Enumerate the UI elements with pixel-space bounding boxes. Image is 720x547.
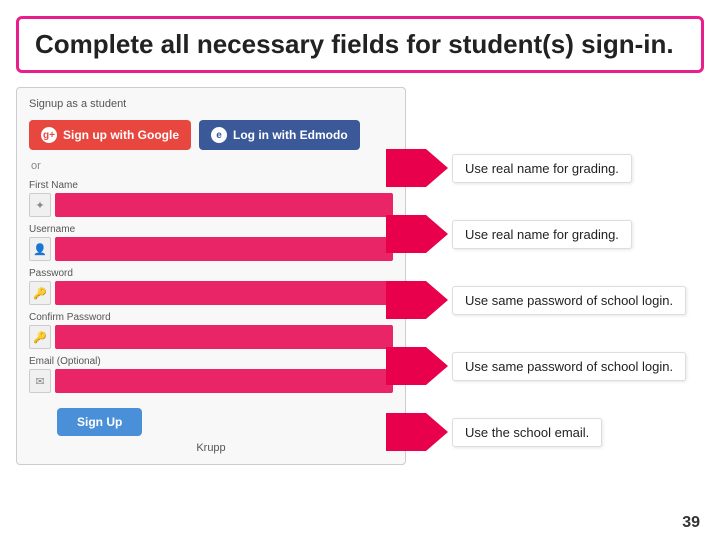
annotation-label-2: Use real name for grading.: [452, 220, 632, 249]
annotation-1: Use real name for grading.: [386, 149, 632, 187]
annotation-label-3: Use same password of school login.: [452, 286, 686, 315]
arrow-body-4: [386, 347, 426, 385]
arrow-head-3: [426, 281, 448, 319]
arrow-head-2: [426, 215, 448, 253]
arrow-body-3: [386, 281, 426, 319]
password-label: Password: [29, 268, 393, 279]
first-name-icon: ✦: [29, 193, 51, 217]
first-name-row: ✦: [29, 193, 393, 217]
confirm-password-label: Confirm Password: [29, 312, 393, 323]
annotation-4: Use same password of school login.: [386, 347, 686, 385]
edmodo-login-label: Log in with Edmodo: [233, 128, 348, 142]
annotation-5: Use the school email.: [386, 413, 602, 451]
password-input[interactable]: [55, 281, 393, 305]
username-row: 👤: [29, 237, 393, 261]
arrow-3: [386, 281, 448, 319]
content-area: Signup as a student g+ Sign up with Goog…: [16, 87, 704, 465]
username-label: Username: [29, 224, 393, 235]
annotation-label-5: Use the school email.: [452, 418, 602, 447]
arrow-head-1: [426, 149, 448, 187]
arrow-1: [386, 149, 448, 187]
arrow-5: [386, 413, 448, 451]
arrow-head-5: [426, 413, 448, 451]
confirm-password-icon: 🔑: [29, 325, 51, 349]
username-input[interactable]: [55, 237, 393, 261]
arrow-body-1: [386, 149, 426, 187]
page-title: Complete all necessary fields for studen…: [35, 29, 685, 60]
signup-button[interactable]: Sign Up: [57, 408, 142, 436]
title-box: Complete all necessary fields for studen…: [16, 16, 704, 73]
google-signup-label: Sign up with Google: [63, 128, 179, 142]
arrow-2: [386, 215, 448, 253]
krupp-label: Krupp: [29, 442, 393, 454]
confirm-password-row: 🔑: [29, 325, 393, 349]
first-name-label: First Name: [29, 180, 393, 191]
form-panel: Signup as a student g+ Sign up with Goog…: [16, 87, 406, 465]
google-icon: g+: [41, 127, 57, 143]
email-icon: ✉: [29, 369, 51, 393]
google-signup-button[interactable]: g+ Sign up with Google: [29, 120, 191, 150]
username-field-group: Username 👤: [29, 224, 393, 261]
annotation-3: Use same password of school login.: [386, 281, 686, 319]
edmodo-icon: e: [211, 127, 227, 143]
btn-row: g+ Sign up with Google e Log in with Edm…: [29, 120, 393, 150]
password-row: 🔑: [29, 281, 393, 305]
annotations-panel: Use real name for grading. Use real name…: [386, 87, 720, 547]
password-icon: 🔑: [29, 281, 51, 305]
password-field-group: Password 🔑: [29, 268, 393, 305]
email-input[interactable]: [55, 369, 393, 393]
email-row: ✉: [29, 369, 393, 393]
edmodo-login-button[interactable]: e Log in with Edmodo: [199, 120, 360, 150]
confirm-password-input[interactable]: [55, 325, 393, 349]
arrow-head-4: [426, 347, 448, 385]
main-container: Complete all necessary fields for studen…: [0, 0, 720, 540]
page-number: 39: [682, 514, 700, 532]
or-text: or: [31, 160, 393, 172]
first-name-field-group: First Name ✦: [29, 180, 393, 217]
annotation-2: Use real name for grading.: [386, 215, 632, 253]
confirm-password-field-group: Confirm Password 🔑: [29, 312, 393, 349]
email-label: Email (Optional): [29, 356, 393, 367]
annotation-label-1: Use real name for grading.: [452, 154, 632, 183]
first-name-input[interactable]: [55, 193, 393, 217]
panel-title: Signup as a student: [29, 98, 393, 110]
email-field-group: Email (Optional) ✉: [29, 356, 393, 393]
arrow-body-2: [386, 215, 426, 253]
username-icon: 👤: [29, 237, 51, 261]
arrow-4: [386, 347, 448, 385]
annotation-label-4: Use same password of school login.: [452, 352, 686, 381]
arrow-body-5: [386, 413, 426, 451]
